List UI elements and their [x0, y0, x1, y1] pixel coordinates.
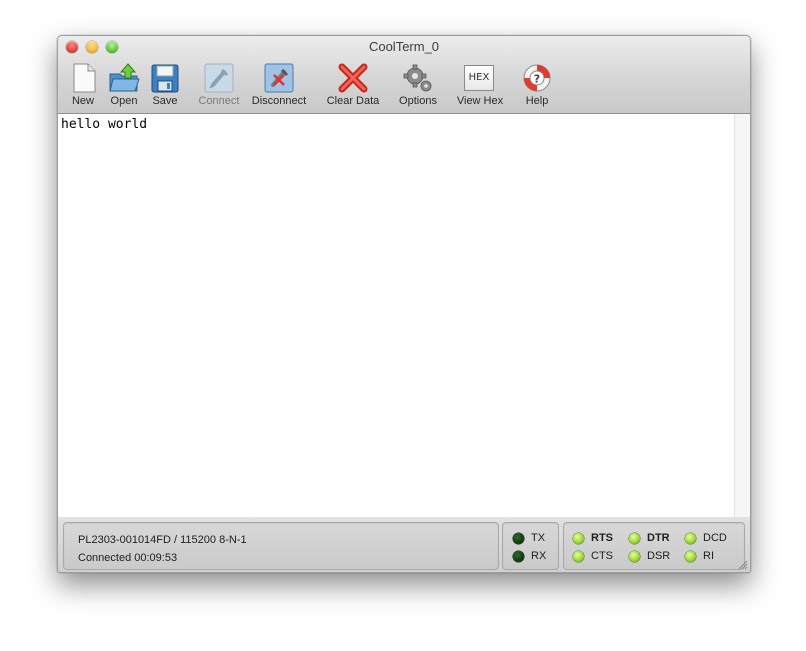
port-settings: PL2303-001014FD / 115200 8-N-1: [78, 534, 247, 546]
clear-data-label: Clear Data: [326, 95, 380, 107]
help-button[interactable]: ? Help: [517, 60, 557, 108]
dtr-label: DTR: [647, 532, 670, 544]
connect-plug-icon: [204, 63, 234, 93]
open-button[interactable]: Open: [106, 60, 142, 108]
save-disk-icon: [151, 64, 179, 93]
new-label: New: [71, 95, 94, 107]
terminal-output[interactable]: hello world: [58, 114, 734, 518]
rts-label: RTS: [591, 532, 613, 544]
rts-led-icon[interactable]: [573, 533, 584, 544]
dcd-label: DCD: [703, 532, 727, 544]
save-label: Save: [152, 95, 178, 107]
connect-button[interactable]: Connect: [196, 60, 242, 108]
svg-text:?: ?: [534, 73, 540, 86]
open-label: Open: [110, 95, 138, 107]
resize-grip-icon[interactable]: [737, 559, 748, 570]
lifebuoy-help-icon: ?: [523, 64, 551, 92]
view-hex-button[interactable]: HEX View Hex: [452, 60, 508, 108]
dcd-led-icon: [685, 533, 696, 544]
app-window: CoolTerm_0 New Open Save Connect Disconn…: [57, 35, 751, 573]
title-toolbar: CoolTerm_0 New Open Save Connect Disconn…: [58, 36, 750, 114]
ri-label: RI: [703, 550, 714, 562]
new-button[interactable]: New: [65, 60, 101, 108]
clear-data-button[interactable]: Clear Data: [322, 60, 384, 108]
ri-led-icon: [685, 551, 696, 562]
cts-label: CTS: [591, 550, 613, 562]
connection-info-panel: PL2303-001014FD / 115200 8-N-1 Connected…: [63, 522, 499, 570]
dtr-led-icon[interactable]: [629, 533, 640, 544]
signal-lines-panel: RTS CTS DTR DSR DCD RI: [563, 522, 745, 570]
dsr-led-icon: [629, 551, 640, 562]
clear-x-icon: [338, 63, 368, 93]
dsr-label: DSR: [647, 550, 671, 562]
hex-icon: HEX: [464, 65, 494, 91]
rx-label: RX: [531, 550, 547, 562]
options-label: Options: [399, 95, 437, 107]
rx-led-icon: [513, 551, 524, 562]
connect-label: Connect: [198, 95, 240, 107]
new-document-icon: [73, 63, 96, 93]
cts-led-icon: [573, 551, 584, 562]
help-label: Help: [525, 95, 549, 107]
terminal-text: hello world: [61, 117, 148, 132]
save-button[interactable]: Save: [147, 60, 183, 108]
vertical-scrollbar[interactable]: [734, 114, 750, 517]
disconnect-label: Disconnect: [251, 95, 307, 107]
gear-icon: [403, 64, 432, 92]
open-folder-icon: [109, 63, 140, 92]
disconnect-button[interactable]: Disconnect: [248, 60, 310, 108]
disconnect-plug-icon: [264, 63, 294, 93]
options-button[interactable]: Options: [393, 60, 443, 108]
tx-label: TX: [531, 532, 546, 544]
tx-rx-panel: TX RX: [502, 522, 559, 570]
window-title: CoolTerm_0: [368, 39, 440, 54]
tx-led-icon: [513, 533, 524, 544]
connection-status: Connected 00:09:53: [78, 552, 178, 564]
view-hex-label: View Hex: [456, 95, 504, 107]
status-bar: PL2303-001014FD / 115200 8-N-1 Connected…: [58, 517, 750, 572]
